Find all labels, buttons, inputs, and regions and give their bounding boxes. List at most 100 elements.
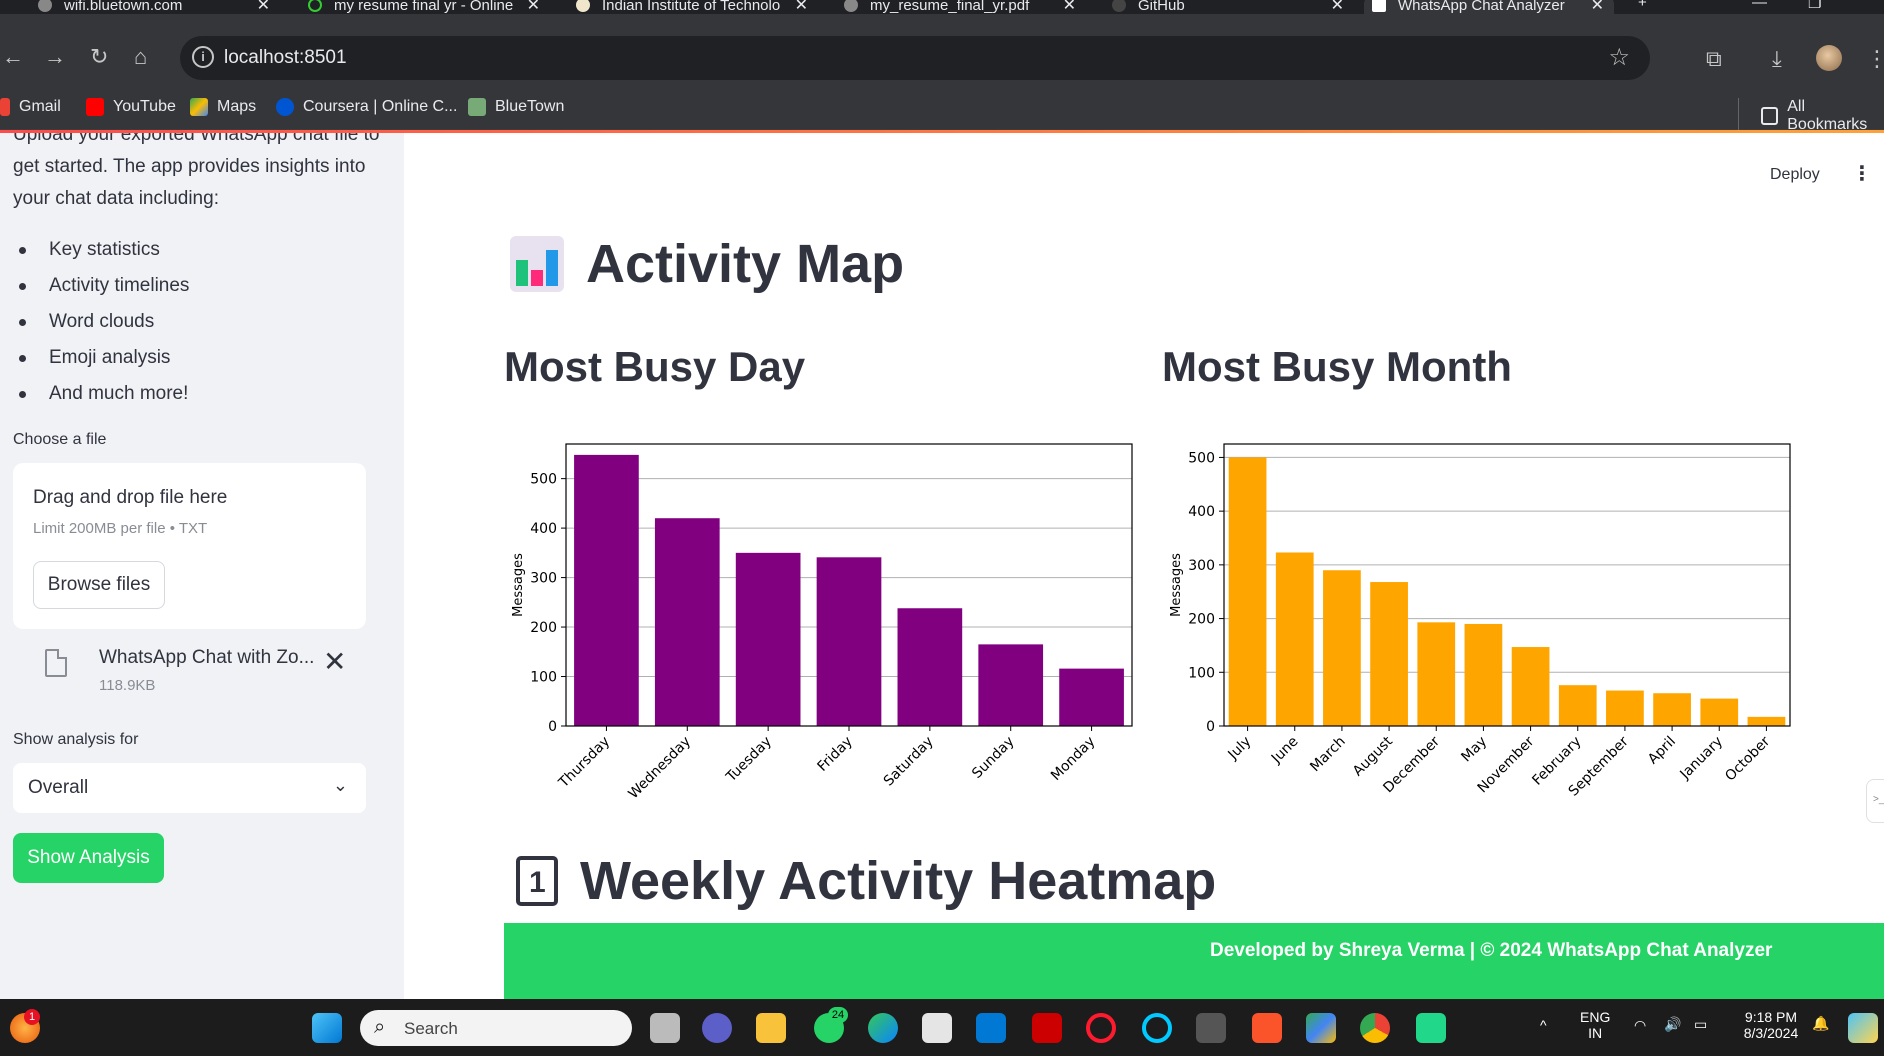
calendar-icon: [516, 856, 558, 906]
reload-icon[interactable]: ↻: [90, 44, 108, 70]
close-icon[interactable]: ✕: [795, 0, 808, 14]
tab-resume-pdf[interactable]: my_resume_final_yr.pdf ✕: [836, 0, 1086, 14]
pycharm-icon[interactable]: [1416, 1013, 1446, 1043]
search-icon: ⌕: [374, 1016, 386, 1038]
volume-icon[interactable]: 🔊: [1664, 1016, 1681, 1033]
file-dropzone[interactable]: Drag and drop file here Limit 200MB per …: [13, 463, 366, 629]
footer: Developed by Shreya Verma | © 2024 Whats…: [504, 923, 1884, 999]
x-tick-label: May: [1458, 734, 1490, 766]
bookmarks-bar: Gmail YouTube Maps Coursera | Online C..…: [0, 88, 1884, 134]
brave-icon[interactable]: [1252, 1013, 1282, 1043]
site-info-icon[interactable]: i: [192, 46, 214, 68]
dropzone-title: Drag and drop file here: [33, 487, 228, 508]
wifi-icon[interactable]: ◠: [1634, 1017, 1646, 1034]
close-icon[interactable]: ✕: [1063, 0, 1076, 14]
overleaf-icon: [308, 0, 322, 12]
sidebar-intro: Upload your exported WhatsApp chat file …: [13, 133, 380, 209]
snipping-tool-icon[interactable]: [1196, 1013, 1226, 1043]
busy-month-chart: 0100200300400500July June March AugustDecem…: [1169, 443, 1791, 798]
file-explorer-icon[interactable]: [756, 1013, 786, 1043]
uploaded-file: WhatsApp Chat with Zo... 118.9KB ✕: [13, 641, 366, 697]
busy-month-title: Most Busy Month: [1162, 343, 1512, 390]
teams-icon[interactable]: [702, 1013, 732, 1043]
gmail-icon: [0, 98, 10, 116]
opera-icon[interactable]: [1086, 1013, 1116, 1043]
bookmark-maps[interactable]: Maps: [190, 98, 256, 116]
feature-list: Key statistics Activity timelines Word c…: [13, 232, 189, 412]
menu-kebab-icon[interactable]: ⋮: [1866, 46, 1884, 72]
task-view-icon[interactable]: [650, 1013, 680, 1043]
new-tab-button[interactable]: +: [1638, 0, 1647, 11]
deploy-button[interactable]: Deploy: [1770, 166, 1820, 184]
back-icon[interactable]: ←: [2, 44, 24, 70]
y-tick-label: 200: [1188, 612, 1215, 628]
tab-iit[interactable]: Indian Institute of Technolo ✕: [568, 0, 818, 14]
close-icon[interactable]: ✕: [527, 0, 540, 14]
chrome-icon[interactable]: [1360, 1013, 1390, 1043]
bookmark-star-icon[interactable]: ☆: [1608, 43, 1630, 72]
remove-file-icon[interactable]: ✕: [323, 645, 346, 678]
bar-march: [1323, 570, 1361, 726]
file-name: WhatsApp Chat with Zo...: [99, 647, 315, 668]
bookmark-gmail[interactable]: Gmail: [0, 98, 61, 116]
y-tick-label: 100: [1188, 665, 1215, 681]
close-icon[interactable]: ✕: [1331, 0, 1344, 14]
bookmark-bluetown[interactable]: BlueTown: [468, 98, 564, 116]
main-menu-icon[interactable]: ⋮: [1852, 161, 1872, 186]
tray-chevron-icon[interactable]: ^: [1540, 1017, 1547, 1033]
busy-day-title: Most Busy Day: [504, 343, 806, 390]
tab-github[interactable]: GitHub ✕: [1104, 0, 1354, 14]
y-tick-label: 500: [1188, 450, 1215, 466]
url-text[interactable]: localhost:8501: [224, 47, 347, 69]
browse-files-button[interactable]: Browse files: [33, 561, 165, 609]
x-tick-label: Saturday: [881, 734, 937, 790]
bar-may: [1464, 623, 1503, 726]
bar-september: [1606, 690, 1644, 726]
language-indicator[interactable]: ENG IN: [1580, 1009, 1610, 1041]
bookmark-coursera[interactable]: Coursera | Online C...: [276, 98, 457, 116]
bar-december: [1417, 622, 1456, 726]
profile-avatar[interactable]: [1816, 45, 1842, 71]
y-tick-label: 300: [1188, 558, 1215, 574]
x-tick-label: Sunday: [969, 734, 1017, 782]
side-panel-handle[interactable]: >_: [1866, 779, 1884, 823]
all-bookmarks[interactable]: All Bookmarks: [1738, 98, 1884, 134]
whatsapp-badge: 24: [828, 1007, 848, 1023]
mcafee-icon[interactable]: [1032, 1013, 1062, 1043]
forward-icon[interactable]: →: [44, 44, 66, 70]
drive-icon[interactable]: [1306, 1013, 1336, 1043]
store-icon[interactable]: [922, 1013, 952, 1043]
bookmark-youtube[interactable]: YouTube: [86, 98, 176, 116]
list-item: Word clouds: [13, 304, 189, 340]
x-tick-label: Wednesday: [625, 734, 694, 798]
restore-icon[interactable]: ❐: [1808, 0, 1821, 12]
extensions-icon[interactable]: ⧉: [1706, 46, 1722, 72]
list-item: Emoji analysis: [13, 340, 189, 376]
github-icon: [1112, 0, 1126, 12]
alexa-icon[interactable]: [1142, 1013, 1172, 1043]
clock[interactable]: 9:18 PM 8/3/2024: [1730, 1009, 1812, 1041]
close-icon[interactable]: ✕: [1591, 0, 1604, 14]
vscode-icon[interactable]: [976, 1013, 1006, 1043]
bell-icon[interactable]: 🔔: [1812, 1015, 1829, 1032]
y-tick-label: 100: [530, 670, 557, 686]
x-tick-label: Thursday: [555, 734, 613, 792]
x-tick-label: June: [1268, 734, 1302, 768]
analysis-select[interactable]: Overall ⌄: [13, 763, 366, 813]
download-icon[interactable]: ⤓: [1772, 46, 1782, 72]
address-bar[interactable]: i localhost:8501 ☆: [180, 36, 1650, 80]
chevron-down-icon: ⌄: [332, 775, 348, 795]
tab-whatsapp-analyzer[interactable]: WhatsApp Chat Analyzer ✕: [1364, 0, 1614, 14]
minimize-icon[interactable]: —: [1752, 0, 1767, 11]
show-analysis-button[interactable]: Show Analysis: [13, 833, 164, 883]
taskbar-search[interactable]: ⌕ Search: [360, 1010, 632, 1046]
tab-wifi[interactable]: wifi.bluetown.com ✕: [30, 0, 280, 14]
home-icon[interactable]: ⌂: [134, 44, 147, 70]
battery-icon[interactable]: ▭: [1694, 1016, 1707, 1033]
list-item: And much more!: [13, 376, 189, 412]
close-icon[interactable]: ✕: [257, 0, 270, 14]
edge-icon[interactable]: [868, 1013, 898, 1043]
windows-start-icon[interactable]: [312, 1013, 342, 1043]
tab-resume-online[interactable]: my resume final yr - Online ✕: [300, 0, 550, 14]
copilot-icon[interactable]: [1848, 1013, 1878, 1043]
